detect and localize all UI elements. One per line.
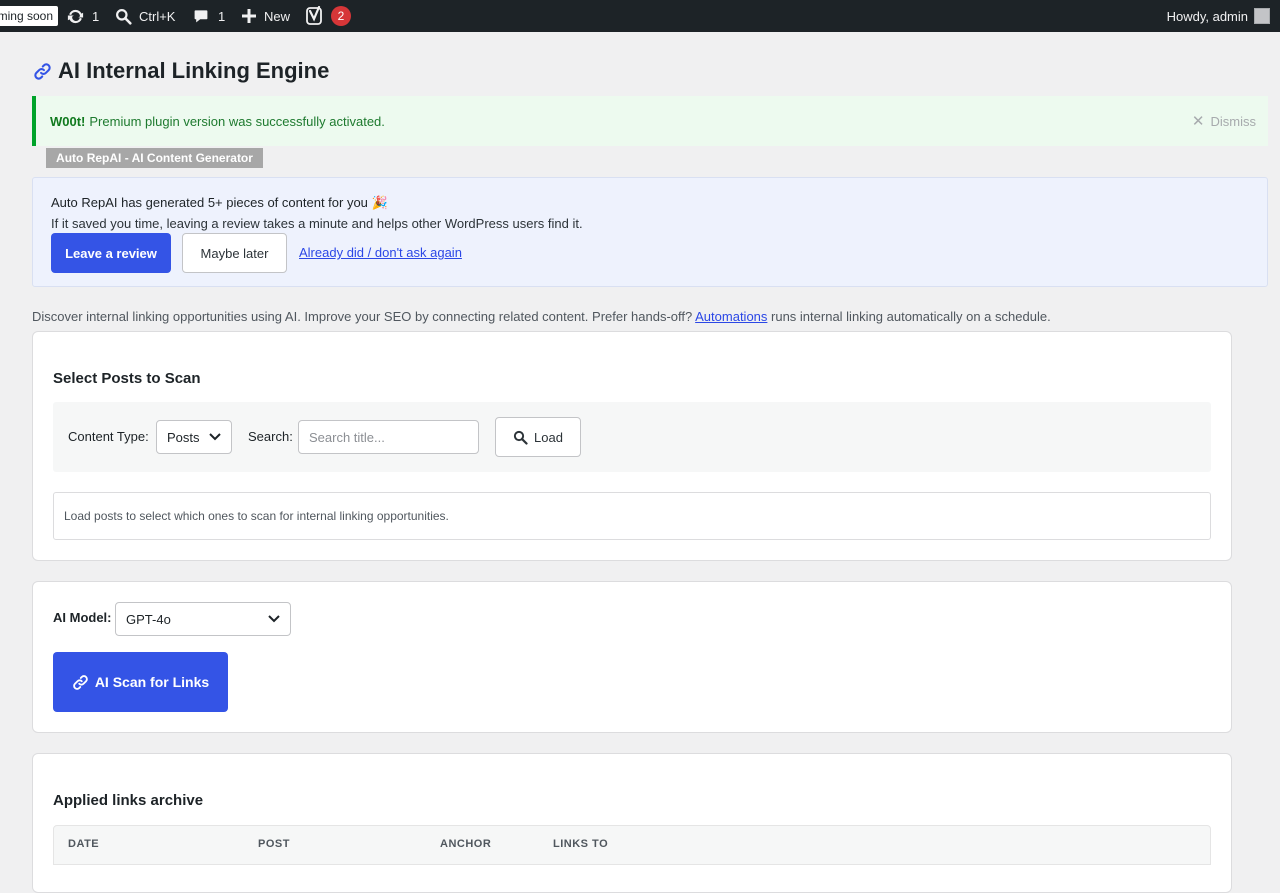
ai-scan-button[interactable]: AI Scan for Links xyxy=(53,652,228,712)
chevron-down-icon xyxy=(268,615,280,623)
coming-soon-badge[interactable]: Coming soon xyxy=(0,6,58,26)
review-subtitle: If it saved you time, leaving a review t… xyxy=(51,216,583,231)
archive-table-header: DATE POST ANCHOR LINKS TO xyxy=(53,825,1211,865)
posts-empty-message: Load posts to select which ones to scan … xyxy=(53,492,1211,540)
ai-scan-card: AI Model: GPT-4o AI Scan for Links xyxy=(32,581,1232,733)
ai-model-select[interactable]: GPT-4o xyxy=(115,602,291,636)
new-label: New xyxy=(264,8,291,24)
load-label: Load xyxy=(534,429,563,445)
ai-model-label: AI Model: xyxy=(53,610,112,625)
dont-ask-again-link[interactable]: Already did / don't ask again xyxy=(299,245,462,260)
yoast-badge: 2 xyxy=(331,6,351,26)
updates-item[interactable]: 1 xyxy=(66,0,99,32)
new-content-item[interactable]: New xyxy=(242,0,290,32)
automations-link[interactable]: Automations xyxy=(695,309,767,324)
column-date[interactable]: DATE xyxy=(68,838,99,850)
select-posts-card: Select Posts to Scan Content Type: Posts… xyxy=(32,331,1232,561)
chevron-down-icon xyxy=(209,433,221,441)
notice-bold: W00t! xyxy=(50,113,86,129)
content-type-select[interactable]: Posts xyxy=(156,420,232,454)
review-request: Auto RepAI has generated 5+ pieces of co… xyxy=(32,177,1268,287)
link-icon xyxy=(72,674,88,690)
comments-item[interactable]: 1 xyxy=(193,0,225,32)
filter-bar: Content Type: Posts Search: Load xyxy=(53,402,1211,472)
search-icon xyxy=(513,430,528,445)
applied-links-archive-card: Applied links archive DATE POST ANCHOR L… xyxy=(32,753,1232,893)
yoast-item[interactable]: 2 xyxy=(306,0,351,32)
content-type-value: Posts xyxy=(167,429,200,445)
link-icon xyxy=(34,62,51,80)
updates-count: 1 xyxy=(92,8,100,24)
command-search[interactable]: Ctrl+K xyxy=(115,0,175,32)
comment-icon xyxy=(194,10,208,23)
search-label: Search: xyxy=(248,429,293,444)
review-title: Auto RepAI has generated 5+ pieces of co… xyxy=(51,195,388,210)
comments-count: 1 xyxy=(218,8,226,24)
intro-text: Discover internal linking opportunities … xyxy=(32,309,1051,324)
page-title-text: AI Internal Linking Engine xyxy=(58,58,330,83)
column-post[interactable]: POST xyxy=(258,838,290,850)
leave-review-button[interactable]: Leave a review xyxy=(51,233,171,273)
archive-title: Applied links archive xyxy=(53,792,204,809)
search-title-input[interactable] xyxy=(298,420,479,454)
content-type-label: Content Type: xyxy=(68,429,149,444)
search-icon xyxy=(116,8,132,25)
success-notice: W00t! Premium plugin version was success… xyxy=(32,96,1268,146)
ai-scan-label: AI Scan for Links xyxy=(94,674,210,690)
dismiss-button[interactable]: ✕ Dismiss xyxy=(1192,96,1256,146)
admin-bar: Coming soon 1 Ctrl+K 1 New 2 Ho xyxy=(0,0,1280,32)
my-account[interactable]: Howdy, admin xyxy=(1167,0,1270,32)
column-links-to[interactable]: LINKS TO xyxy=(553,838,608,850)
maybe-later-button[interactable]: Maybe later xyxy=(182,233,287,273)
column-anchor[interactable]: ANCHOR xyxy=(440,838,491,850)
plugin-tag: Auto RepAI - AI Content Generator xyxy=(46,148,263,168)
search-shortcut: Ctrl+K xyxy=(139,8,176,24)
yoast-icon xyxy=(306,6,322,25)
intro-before: Discover internal linking opportunities … xyxy=(32,309,696,324)
ai-model-value: GPT-4o xyxy=(126,611,171,627)
notice-message: Premium plugin version was successfully … xyxy=(89,113,385,129)
dismiss-label: Dismiss xyxy=(1210,113,1257,129)
select-posts-title: Select Posts to Scan xyxy=(53,370,201,387)
close-icon: ✕ xyxy=(1191,113,1205,130)
refresh-icon xyxy=(67,9,84,23)
plus-icon xyxy=(242,9,256,23)
intro-after: runs internal linking automatically on a… xyxy=(767,309,1051,324)
page-title: AI Internal Linking Engine xyxy=(33,58,329,84)
howdy-text: Howdy, admin xyxy=(1166,8,1248,24)
avatar xyxy=(1254,8,1270,24)
load-button[interactable]: Load xyxy=(495,417,581,457)
